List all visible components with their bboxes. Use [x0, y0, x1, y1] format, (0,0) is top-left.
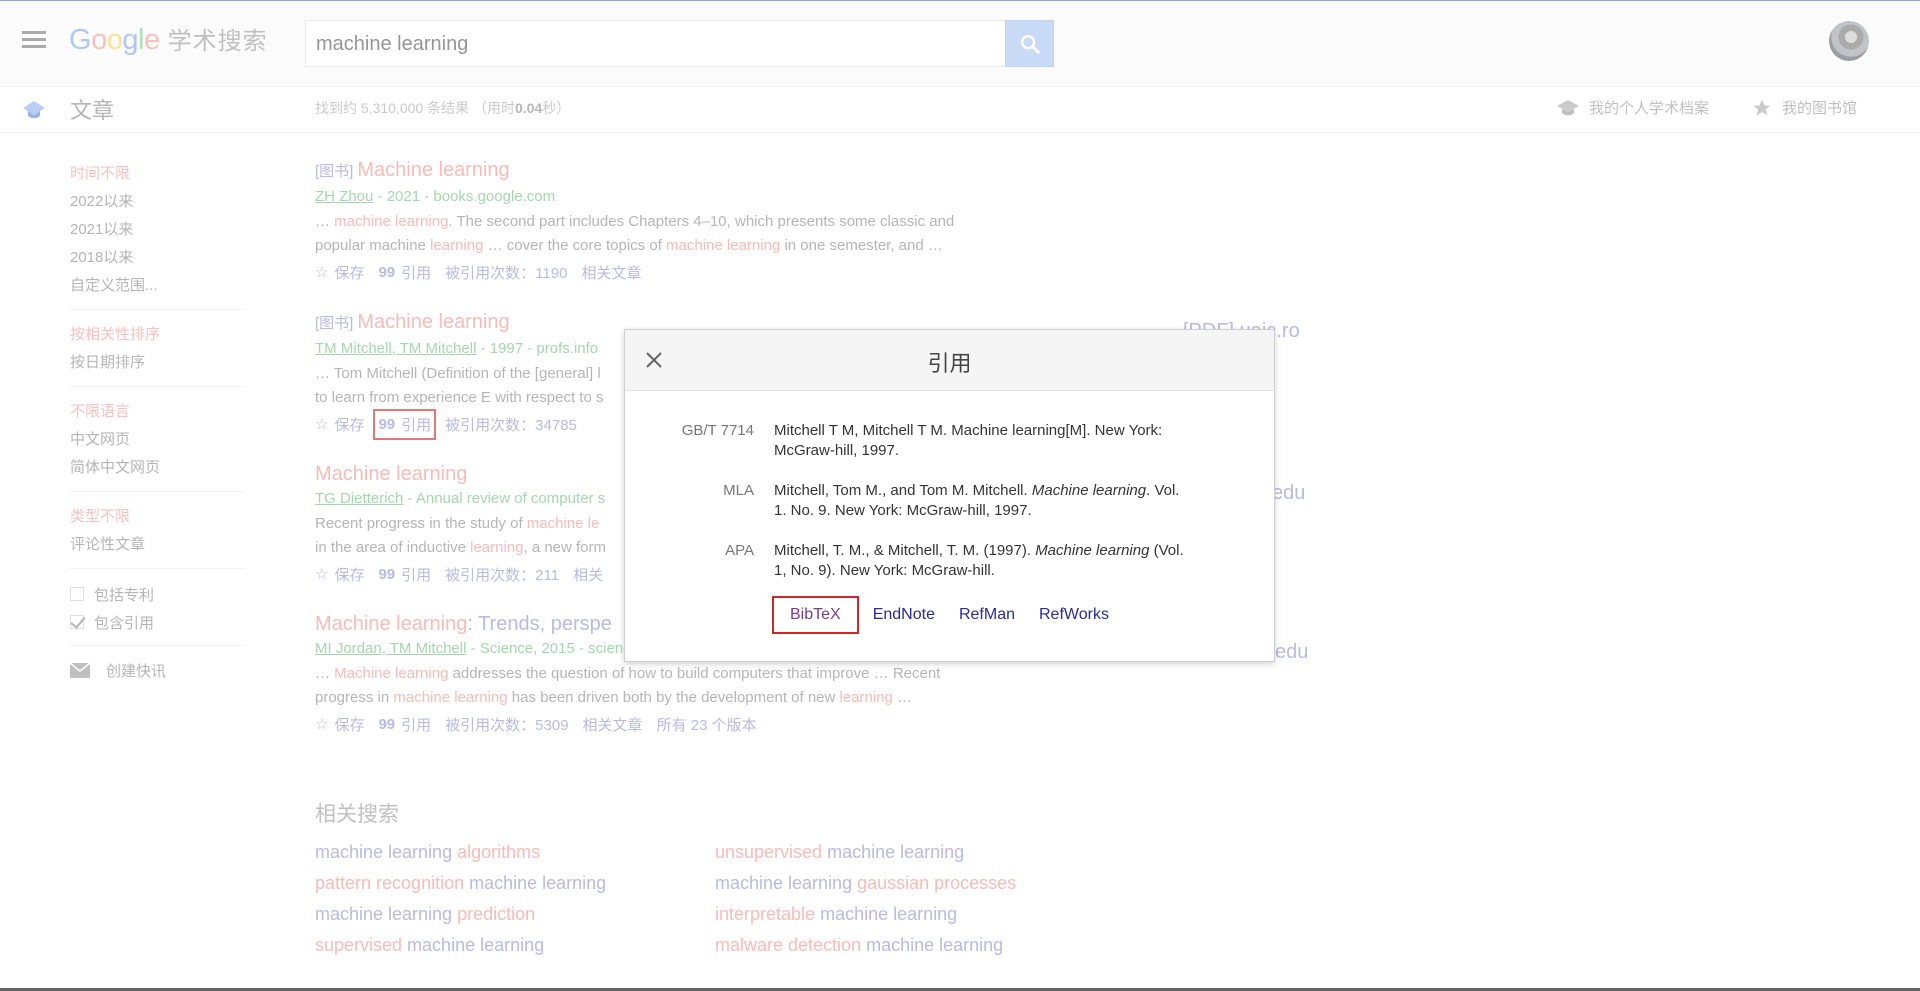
citation-style-label: MLA [723, 482, 754, 499]
citation-text[interactable]: Mitchell T M, Mitchell T M. Machine lear… [774, 421, 1234, 461]
citation-style-label: GB/T 7714 [681, 422, 754, 439]
export-refman-link[interactable]: RefMan [959, 598, 1015, 632]
cite-dialog: 引用 GB/T 7714 Mitchell T M, Mitchell T M.… [624, 329, 1275, 662]
dialog-header: 引用 [625, 330, 1274, 391]
dialog-title: 引用 [927, 351, 972, 376]
export-endnote-link[interactable]: EndNote [873, 598, 935, 632]
citation-style-label: APA [725, 542, 754, 559]
citation-text[interactable]: Mitchell, T. M., & Mitchell, T. M. (1997… [774, 541, 1234, 581]
export-bibtex-link[interactable]: BibTeX [772, 596, 859, 634]
export-links: BibTeX EndNote RefMan RefWorks [772, 596, 1133, 634]
export-refworks-link[interactable]: RefWorks [1039, 598, 1109, 632]
citation-text[interactable]: Mitchell, Tom M., and Tom M. Mitchell. M… [774, 481, 1234, 521]
